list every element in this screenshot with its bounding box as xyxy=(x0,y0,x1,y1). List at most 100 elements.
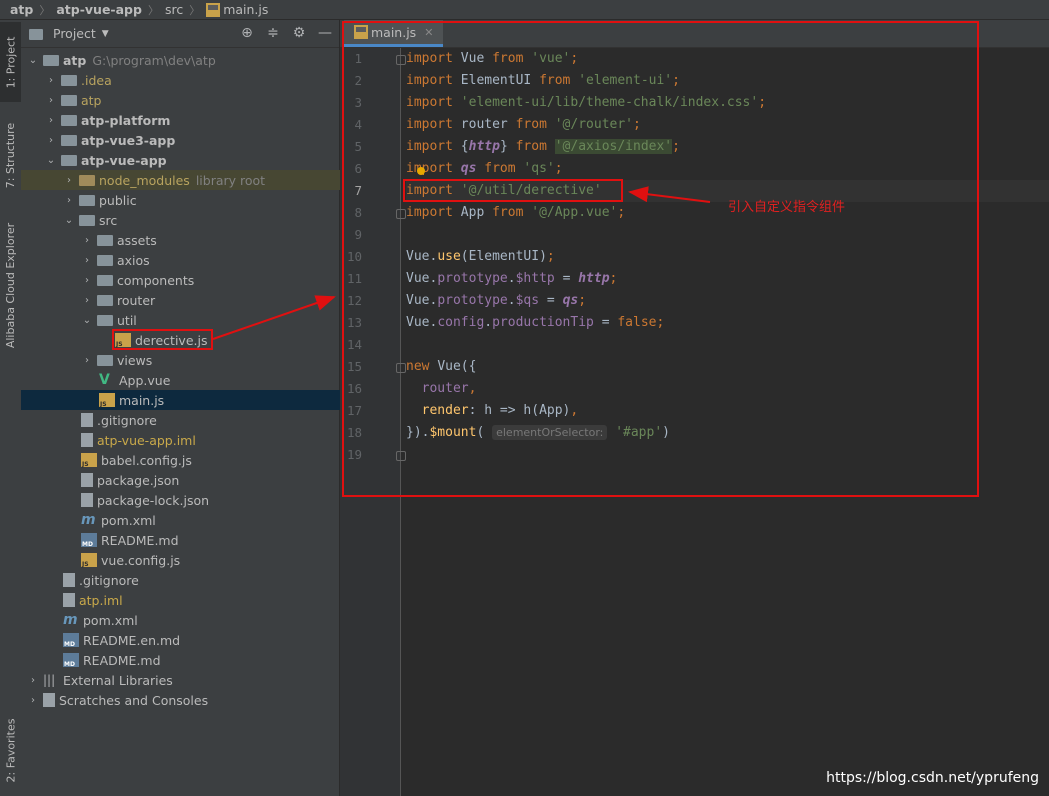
scratches-icon xyxy=(43,693,55,707)
tree-item-label: .gitignore xyxy=(79,572,139,588)
tree-item-label: README.en.md xyxy=(83,632,181,648)
tree-item-label: .idea xyxy=(81,72,112,88)
tree-item-label: babel.config.js xyxy=(101,452,192,468)
chevron-down-icon[interactable]: ▼ xyxy=(102,29,109,39)
folder-icon xyxy=(97,275,113,286)
chevron-down-icon[interactable]: ⌄ xyxy=(63,215,75,226)
tree-item-label: views xyxy=(117,352,153,368)
hide-icon[interactable]: — xyxy=(317,25,333,41)
chevron-right-icon[interactable]: › xyxy=(81,355,93,366)
iml-file-icon xyxy=(81,433,93,447)
tree-item[interactable]: › atp xyxy=(21,90,363,110)
tree-item-path: G:\program\dev\atp xyxy=(92,52,216,68)
tree-item-label: vue.config.js xyxy=(101,552,181,568)
markdown-file-icon xyxy=(63,633,79,648)
tree-item-label: package-lock.json xyxy=(97,492,210,508)
editor-highlight-box xyxy=(342,21,979,497)
tree-item-label: router xyxy=(117,292,156,308)
project-view-title[interactable]: Project xyxy=(53,26,96,41)
chevron-right-icon[interactable]: › xyxy=(81,255,93,266)
chevron-right-icon[interactable]: › xyxy=(45,95,57,106)
folder-icon xyxy=(79,175,95,186)
locate-icon[interactable]: ⊕ xyxy=(239,25,255,41)
tree-item[interactable]: › ||| External Libraries xyxy=(21,670,345,690)
chevron-down-icon[interactable]: ⌄ xyxy=(45,155,57,166)
chevron-right-icon[interactable]: › xyxy=(27,695,39,706)
folder-icon xyxy=(79,195,95,206)
tree-item-label: axios xyxy=(117,252,150,268)
module-folder-icon xyxy=(61,115,77,126)
chevron-right-icon[interactable]: › xyxy=(63,195,75,206)
tool-tab-structure-label: 7: Structure xyxy=(4,122,17,188)
folder-icon xyxy=(61,95,77,106)
folder-icon xyxy=(97,315,113,326)
chevron-right-icon[interactable]: › xyxy=(81,275,93,286)
tree-item-label: App.vue xyxy=(119,372,171,388)
import-highlight-box xyxy=(403,179,623,202)
tree-item-label: atp-platform xyxy=(81,112,171,128)
tree-item[interactable]: › .idea xyxy=(21,70,363,90)
collapse-all-icon[interactable]: ≑ xyxy=(265,25,281,41)
tree-item-label: External Libraries xyxy=(63,672,173,688)
chevron-right-icon[interactable]: › xyxy=(81,235,93,246)
tree-item[interactable]: › Scratches and Consoles xyxy=(21,690,345,710)
iml-file-icon xyxy=(63,593,75,607)
tree-item[interactable]: README.md xyxy=(21,650,381,670)
js-file-icon xyxy=(81,453,97,468)
gear-icon[interactable]: ⚙ xyxy=(291,25,307,41)
chevron-right-icon[interactable]: › xyxy=(63,175,75,186)
tree-item-label: pom.xml xyxy=(101,512,156,528)
json-file-icon xyxy=(81,493,93,507)
tree-item[interactable]: › node_modules library root xyxy=(21,170,381,190)
folder-icon xyxy=(97,295,113,306)
tree-item-label: atp.iml xyxy=(79,592,123,608)
json-file-icon xyxy=(81,473,93,487)
chevron-down-icon[interactable]: ⌄ xyxy=(27,55,39,66)
chevron-right-icon[interactable]: › xyxy=(81,295,93,306)
gitignore-file-icon xyxy=(63,573,75,587)
chevron-right-icon[interactable]: › xyxy=(45,135,57,146)
tree-item[interactable]: .gitignore xyxy=(21,570,381,590)
tree-item-label: Scratches and Consoles xyxy=(59,692,209,708)
chevron-right-icon[interactable]: › xyxy=(45,115,57,126)
tree-item[interactable]: › atp-vue3-app xyxy=(21,130,363,150)
breadcrumb-item-main-js[interactable]: main.js xyxy=(206,2,268,17)
chevron-down-icon[interactable]: ⌄ xyxy=(81,315,93,326)
tree-item-label: README.md xyxy=(101,532,179,548)
js-file-icon xyxy=(81,553,97,568)
tree-item-label: package.json xyxy=(97,472,180,488)
tree-item-label: util xyxy=(117,312,137,328)
tree-item-label: atp-vue3-app xyxy=(81,132,176,148)
chevron-right-icon[interactable]: › xyxy=(45,75,57,86)
tree-item[interactable]: ⌄ src xyxy=(21,210,381,230)
tree-item[interactable]: › public xyxy=(21,190,381,210)
tree-item-label: src xyxy=(99,212,118,228)
tree-item[interactable]: atp.iml xyxy=(21,590,381,610)
markdown-file-icon xyxy=(63,653,79,668)
tree-item-label: README.md xyxy=(83,652,161,668)
annotation-label: 引入自定义指令组件 xyxy=(728,200,846,215)
tool-tab-alibaba-cloud-explorer[interactable]: Alibaba Cloud Explorer xyxy=(0,215,21,355)
maven-file-icon: m xyxy=(63,612,78,628)
tree-item[interactable]: README.en.md xyxy=(21,630,381,650)
tree-item[interactable]: ⌄ atp-vue-app xyxy=(21,150,363,170)
markdown-file-icon xyxy=(81,533,97,548)
tree-item-label: atp xyxy=(81,92,102,108)
tree-item[interactable]: ⌄ atp G:\program\dev\atp xyxy=(21,50,345,70)
tool-tab-structure[interactable]: 7: Structure xyxy=(0,110,21,200)
breadcrumb-item-atp[interactable]: atp xyxy=(10,2,33,17)
tree-item-label: pom.xml xyxy=(83,612,138,628)
tool-tab-favorites[interactable]: 2: Favorites xyxy=(0,710,21,790)
chevron-right-icon: 〉 xyxy=(39,3,51,17)
tree-item[interactable]: › atp-platform xyxy=(21,110,363,130)
folder-icon xyxy=(97,355,113,366)
tool-tab-project[interactable]: 1: Project xyxy=(0,22,21,102)
js-file-icon xyxy=(206,2,221,17)
chevron-right-icon: 〉 xyxy=(147,3,159,17)
breadcrumb-item-src[interactable]: src xyxy=(165,2,183,17)
chevron-right-icon[interactable]: › xyxy=(27,675,39,686)
tree-item-label: atp xyxy=(63,52,87,68)
breadcrumb-item-atp-vue-app[interactable]: atp-vue-app xyxy=(56,2,142,17)
module-folder-icon xyxy=(61,155,77,166)
tree-item[interactable]: m pom.xml xyxy=(21,610,381,630)
